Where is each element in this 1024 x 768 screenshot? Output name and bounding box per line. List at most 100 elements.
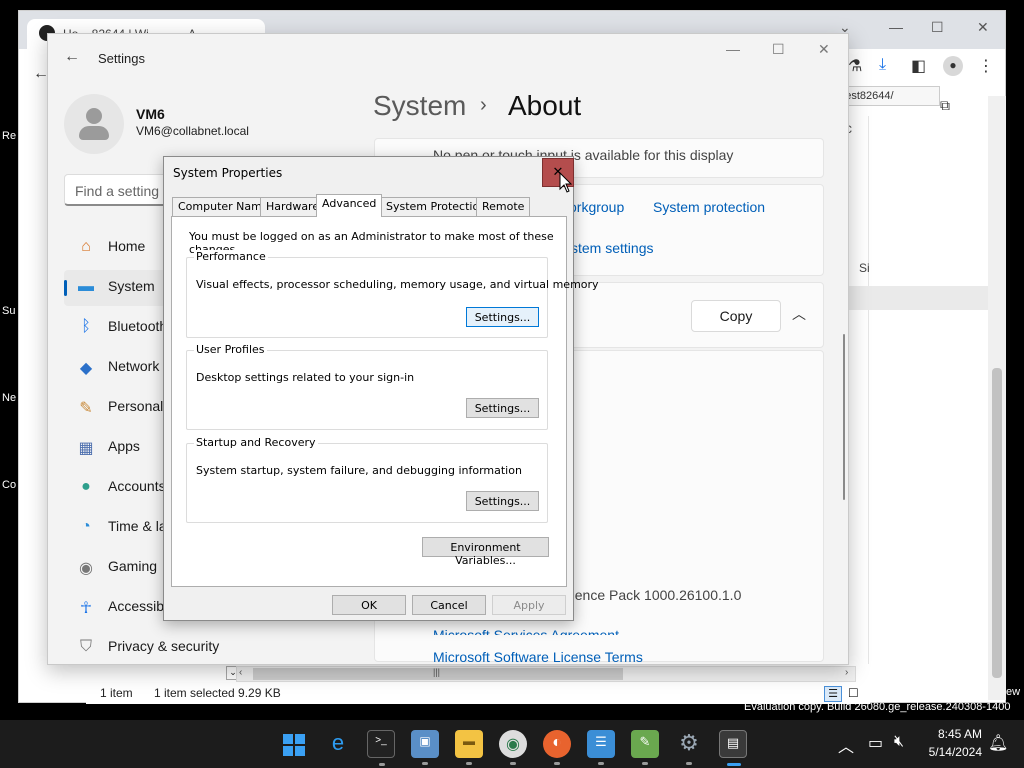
labs-icon[interactable]: ⚗ — [848, 56, 862, 76]
performance-group: Performance Visual effects, processor sc… — [186, 250, 599, 338]
details-view-icon[interactable]: ☰ — [824, 686, 842, 702]
desktop-label[interactable]: Co — [2, 479, 16, 491]
sidebar-icon[interactable]: ◧ — [911, 56, 926, 76]
system-properties-icon[interactable]: ▤ — [719, 730, 747, 766]
explorer-statusbar: ⌄ ‹ ||| › 1 item 1 item selected 9.29 KB… — [86, 664, 870, 704]
volume-muted-icon[interactable]: 🔇︎ — [894, 733, 904, 751]
desktop-label[interactable]: Ne — [2, 392, 16, 404]
close-icon[interactable]: ✕ — [977, 19, 989, 36]
partial-label: Si — [859, 261, 870, 275]
accessibility-icon: ☥ — [80, 600, 92, 617]
explorer-selected-row[interactable] — [849, 286, 989, 310]
download-icon[interactable]: ⤓ — [879, 56, 886, 74]
notepad-plus-icon[interactable]: ✎ — [631, 730, 659, 765]
taskbar: e >_ ▣ ▬ ◉ ◐ ☰ ✎ ⚙ ▤ ︿ ▭ 🔇︎ 8:45 AM 5/14… — [0, 720, 1024, 768]
person-icon: ● — [81, 478, 91, 495]
terminal-icon[interactable]: >_ — [367, 730, 395, 766]
group-description: Visual effects, processor scheduling, me… — [196, 278, 599, 291]
tiles-view-icon[interactable]: ☐ — [848, 686, 859, 700]
evaluation-watermark: Evaluation copy. Build 26080.ge_release.… — [744, 701, 1011, 713]
chrome-icon[interactable]: ◉ — [499, 730, 527, 765]
notification-bell-icon[interactable]: 🔔︎ — [988, 733, 1008, 753]
scroll-right-icon[interactable]: › — [845, 667, 848, 678]
services-agreement-link[interactable]: Microsoft Services Agreement — [433, 627, 619, 635]
nav-label: Gaming — [108, 558, 158, 574]
user-profiles-group: User Profiles Desktop settings related t… — [186, 343, 548, 430]
experience-text: rience Pack 1000.26100.1.0 — [567, 587, 742, 603]
avatar[interactable] — [64, 94, 124, 154]
mouse-cursor-icon — [559, 172, 573, 193]
copy-button[interactable]: Copy — [691, 300, 781, 332]
nav-label: Privacy & security — [108, 638, 220, 654]
advanced-system-settings-link[interactable]: stem settings — [571, 240, 653, 256]
more-options-icon[interactable]: ⋮ — [978, 56, 994, 76]
window-title: Settings — [98, 51, 145, 66]
advanced-tab-panel: You must be logged on as an Administrato… — [171, 216, 599, 587]
chevron-up-icon[interactable]: ︿ — [792, 304, 806, 324]
bluetooth-icon: ᛒ — [81, 318, 91, 335]
nav-item-privacy[interactable]: ⛉ Privacy & security — [64, 630, 244, 664]
page-title: About — [508, 90, 582, 121]
home-icon: ⌂ — [81, 238, 91, 255]
group-title: User Profiles — [194, 343, 267, 356]
maximize-icon[interactable]: ☐ — [931, 19, 944, 36]
maximize-icon[interactable]: ☐ — [772, 41, 785, 58]
group-title: Performance — [194, 250, 268, 263]
minimize-icon[interactable]: — — [889, 19, 903, 35]
file-explorer-icon[interactable]: ▬ — [455, 730, 483, 765]
group-description: System startup, system failure, and debu… — [196, 464, 522, 477]
nav-label: System — [108, 278, 155, 294]
scrollbar-thumb[interactable] — [992, 368, 1002, 678]
environment-variables-button[interactable]: Environment Variables... — [422, 537, 549, 567]
desktop-label: ew — [1006, 686, 1021, 698]
chevron-up-icon[interactable]: ︿ — [838, 733, 854, 757]
edge-icon[interactable]: e — [324, 730, 352, 758]
system-clock[interactable]: 8:45 AM 5/14/2024 — [920, 727, 982, 759]
group-description: Desktop settings related to your sign-in — [196, 371, 415, 384]
back-arrow-icon[interactable]: ← — [64, 48, 80, 66]
system-properties-dialog: System Properties ✕ Computer Name Hardwa… — [163, 156, 599, 621]
clock-date: 5/14/2024 — [928, 745, 982, 759]
nav-label: Apps — [108, 438, 140, 454]
performance-settings-button[interactable]: Settings... — [466, 307, 539, 327]
clock-time: 8:45 AM — [937, 727, 982, 741]
nav-label: Accounts — [108, 478, 166, 494]
system-protection-link[interactable]: System protection — [653, 199, 765, 215]
item-count: 1 item — [100, 686, 133, 700]
close-icon[interactable]: ✕ — [818, 41, 830, 58]
profile-avatar-icon[interactable]: ● — [943, 56, 963, 76]
shield-icon: ⛉ — [79, 638, 92, 655]
explorer-details-pane: c ⌕ Si — [841, 116, 989, 666]
user-profiles-settings-button[interactable]: Settings... — [466, 398, 539, 418]
scrollbar-thumb[interactable] — [843, 334, 845, 500]
horizontal-scrollbar[interactable]: ‹ ||| › — [236, 666, 856, 682]
brush-icon: ✎ — [79, 400, 93, 417]
selection-info: 1 item selected 9.29 KB — [154, 686, 281, 700]
minimize-icon[interactable]: — — [726, 41, 740, 57]
nav-label: Home — [108, 238, 146, 254]
remote-desktop-icon[interactable]: ▣ — [411, 730, 439, 765]
active-indicator — [64, 280, 67, 296]
copy-url-icon[interactable]: ⧉ — [940, 97, 950, 114]
tab-remote[interactable]: Remote — [476, 197, 531, 216]
desktop-label[interactable]: Su — [2, 305, 15, 317]
user-name: VM6 — [136, 106, 165, 122]
network-icon[interactable]: ▭ — [868, 733, 883, 753]
domain-workgroup-link[interactable]: orkgroup — [569, 199, 624, 215]
start-icon[interactable] — [280, 730, 308, 758]
tab-advanced[interactable]: Advanced — [316, 194, 383, 217]
firefox-icon[interactable]: ◐ — [543, 730, 571, 765]
scroll-left-icon[interactable]: ‹ — [239, 667, 242, 678]
wifi-icon: ◆ — [79, 360, 93, 377]
dialog-title: System Properties — [173, 166, 283, 180]
license-terms-link[interactable]: Microsoft Software License Terms — [433, 649, 643, 664]
apply-button[interactable]: Apply — [492, 595, 566, 615]
cancel-button[interactable]: Cancel — [412, 595, 486, 615]
breadcrumb-parent[interactable]: System — [373, 90, 466, 122]
settings-icon[interactable]: ⚙ — [675, 730, 703, 765]
ok-button[interactable]: OK — [332, 595, 406, 615]
desktop-label[interactable]: Re — [2, 130, 16, 142]
startup-recovery-settings-button[interactable]: Settings... — [466, 491, 539, 511]
display-icon: ▬ — [78, 278, 94, 295]
notepad-icon[interactable]: ☰ — [587, 730, 615, 765]
